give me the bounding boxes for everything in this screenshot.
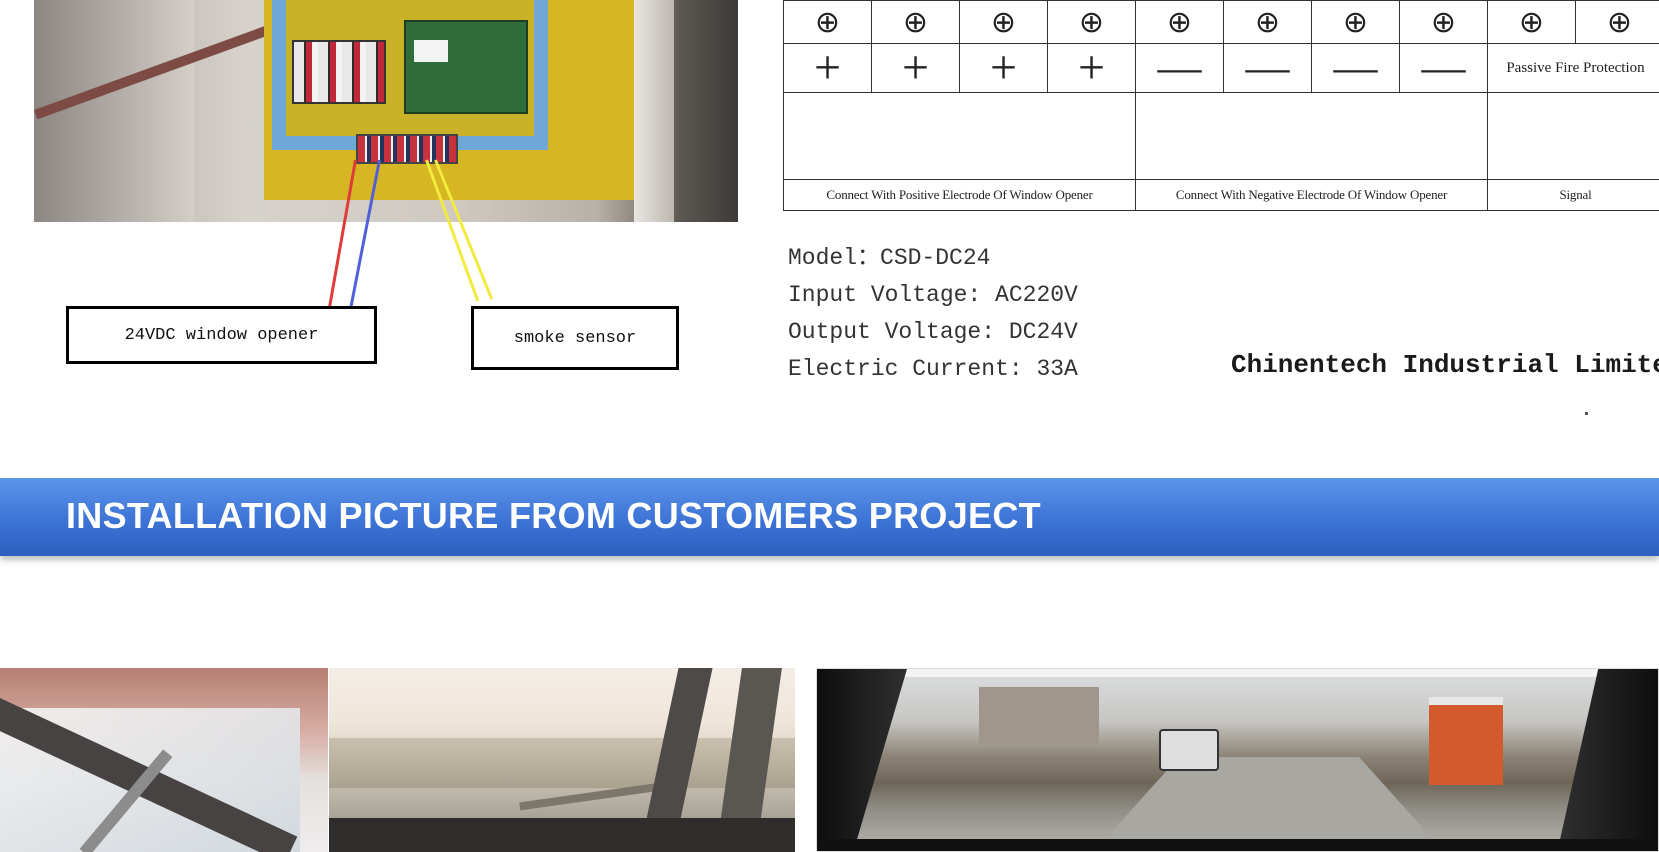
screw-terminal-icon: ⊕ — [783, 0, 872, 44]
installation-photo — [0, 668, 328, 852]
description-row: Connect With Positive Electrode Of Windo… — [783, 179, 1659, 211]
photo-relay — [414, 40, 448, 62]
negative-pole: — — [1135, 43, 1224, 93]
negative-pole: — — [1311, 43, 1400, 93]
photo-window-sill — [329, 818, 795, 852]
company-name: Chinentech Industrial Limited — [1231, 350, 1659, 380]
spec-model: Model：CSD-DC24 — [788, 245, 991, 271]
positive-pole: + — [871, 43, 960, 93]
table-spacer-row — [783, 92, 1659, 180]
negative-pole: — — [1399, 43, 1488, 93]
screw-terminal-icon: ⊕ — [871, 0, 960, 44]
photo-road — [1089, 757, 1449, 851]
photo-building — [979, 687, 1099, 747]
screw-terminal-icon: ⊕ — [1135, 0, 1224, 44]
positive-pole: + — [959, 43, 1048, 93]
positive-pole: + — [783, 43, 872, 93]
screw-terminal-icon: ⊕ — [1575, 0, 1659, 44]
passive-fire-protection-label: Passive Fire Protection — [1487, 43, 1659, 93]
smoke-sensor-label: smoke sensor — [471, 306, 679, 370]
spec-list: Model：CSD-DC24 Input Voltage: AC220V Out… — [788, 240, 1078, 388]
negative-electrode-description: Connect With Negative Electrode Of Windo… — [1135, 179, 1488, 211]
spec-input-voltage: Input Voltage: AC220V — [788, 282, 1078, 308]
positive-electrode-description: Connect With Positive Electrode Of Windo… — [783, 179, 1136, 211]
spec-output-voltage: Output Voltage: DC24V — [788, 319, 1078, 345]
signal-description: Signal — [1487, 179, 1659, 211]
installation-photo — [816, 668, 1659, 852]
negative-pole: — — [1223, 43, 1312, 93]
screw-terminal-icon: ⊕ — [1399, 0, 1488, 44]
photo-terminal-block — [356, 134, 458, 164]
screw-terminal-icon: ⊕ — [1487, 0, 1576, 44]
photo-circuit-board — [404, 20, 528, 114]
photo-vehicle — [1159, 729, 1219, 771]
photo-window-sill — [817, 839, 1658, 851]
spec-electric-current: Electric Current: 33A — [788, 356, 1078, 382]
photo-door-frame — [634, 0, 674, 222]
screw-terminal-icon: ⊕ — [1311, 0, 1400, 44]
installation-photo — [329, 668, 795, 852]
section-title: INSTALLATION PICTURE FROM CUSTOMERS PROJ… — [66, 495, 1041, 536]
photo-outdoor-scene — [829, 677, 1658, 851]
positive-pole: + — [1047, 43, 1136, 93]
screw-terminal-icon: ⊕ — [1047, 0, 1136, 44]
photo-orange-hut — [1429, 697, 1503, 785]
screw-terminal-icon: ⊕ — [1223, 0, 1312, 44]
photo-breakers — [292, 40, 386, 104]
window-opener-label: 24VDC window opener — [66, 306, 377, 364]
polarity-row: + + + + — — — — Passive Fire Protection — [783, 43, 1659, 93]
stray-dot — [1585, 412, 1588, 415]
screw-row: ⊕ ⊕ ⊕ ⊕ ⊕ ⊕ ⊕ ⊕ ⊕ ⊕ — [783, 0, 1659, 44]
screw-terminal-icon: ⊕ — [959, 0, 1048, 44]
control-box-photo — [34, 0, 738, 222]
terminal-table: ⊕ ⊕ ⊕ ⊕ ⊕ ⊕ ⊕ ⊕ ⊕ ⊕ + + + + — — — — Pass… — [783, 0, 1659, 215]
